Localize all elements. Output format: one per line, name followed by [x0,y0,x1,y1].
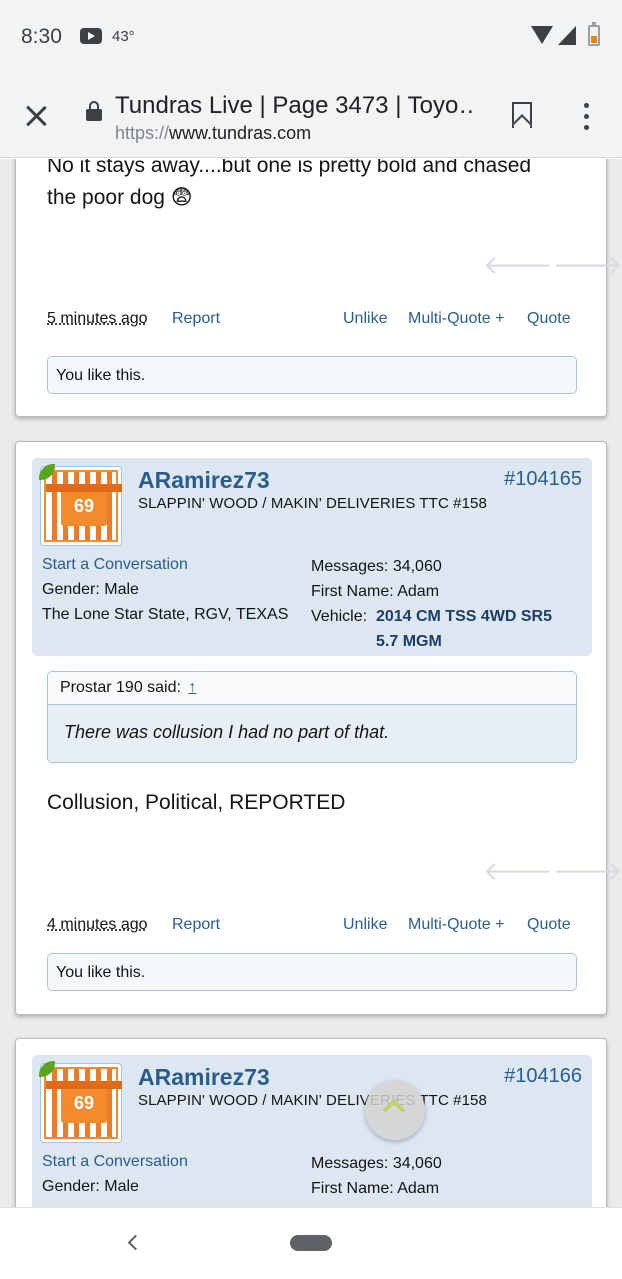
page-url[interactable]: https://www.tundras.com [115,123,311,144]
url-host: www.tundras.com [169,123,312,143]
username-link[interactable]: ARamirez73 [138,467,270,494]
user-messages: Messages: 34,060 [311,558,442,575]
user-info-card: 69 ARamirez73 #104166 SLAPPIN' WOOD / MA… [32,1055,592,1207]
vehicle-value-line2: 5.7 MGM [376,633,442,650]
post-meta: 5 minutes ago Report Unlike Multi-Quote … [47,310,577,332]
vehicle-value-line1: 2014 CM TSS 4WD SR5 [375,608,552,625]
back-icon[interactable] [127,1234,144,1251]
arrow-left-icon[interactable]: 🡐 [483,250,553,281]
bookmark-icon[interactable] [512,102,532,128]
lock-icon[interactable] [86,101,102,121]
post-number-link[interactable]: #104166 [504,1065,582,1088]
avatar[interactable]: 69 [40,1063,122,1143]
post-time-link[interactable]: 4 minutes ago [47,916,148,934]
url-scheme: https:// [115,123,170,143]
arrow-left-icon[interactable]: 🡐 [483,856,553,887]
home-pill[interactable] [290,1235,332,1251]
post-time-link[interactable]: 5 minutes ago [47,310,148,328]
signal-icon [558,26,576,45]
close-icon[interactable] [24,104,48,128]
avatar[interactable]: 69 [40,466,122,546]
unlike-link[interactable]: Unlike [343,310,387,328]
user-vehicle: Vehicle: 2014 CM TSS 4WD SR5 [311,604,552,629]
status-time: 8:30 [21,25,62,48]
post-message-line: the poor dog 😨 [47,186,193,209]
user-extra-left: Start a Conversation Gender: Male [42,1149,188,1199]
multi-quote-link[interactable]: Multi-Quote + [408,916,504,934]
user-first-name: First Name: Adam [311,1180,440,1197]
report-link[interactable]: Report [172,916,220,934]
user-extra-left: Start a Conversation Gender: Male The Lo… [42,552,288,627]
post: 69 ARamirez73 #104165 SLAPPIN' WOOD / MA… [15,441,622,1015]
quote-link[interactable]: Quote [527,310,571,328]
avatar-badge: 69 [46,1081,122,1123]
quote-header: Prostar 190 said: ↑ [48,672,576,705]
unlike-link[interactable]: Unlike [343,916,387,934]
chevron-up-icon [382,1098,406,1122]
user-title: SLAPPIN' WOOD / MAKIN' DELIVERIES TTC #1… [138,1092,487,1109]
user-extra-right: Messages: 34,060 First Name: Adam Vehicl… [311,554,552,654]
post-message-line: No it stays away....but one is pretty bo… [47,159,532,177]
user-gender: Gender: Male [42,581,139,598]
user-location: The Lone Star State, RGV, TEXAS [42,606,289,623]
start-conversation-link[interactable]: Start a Conversation [42,1149,188,1174]
avatar-image: 69 [44,1067,122,1139]
user-extra-right: Messages: 34,060 First Name: Adam [311,1151,442,1201]
vehicle-label: Vehicle: [311,608,368,625]
post-message: Collusion, Political, REPORTED [47,791,346,814]
user-first-name: First Name: Adam [311,583,440,600]
quote-author: Prostar 190 said: [60,679,181,696]
quote-source-link[interactable]: ↑ [188,679,196,696]
post-message: No it stays away....but one is pretty bo… [47,159,531,214]
browser-toolbar: Tundras Live | Page 3473 | Toyo… https:/… [0,74,622,158]
more-vertical-icon[interactable] [584,103,590,131]
quote-block: Prostar 190 said: ↑ There was collusion … [47,671,577,763]
arrow-right-icon[interactable]: 🡒 [553,250,622,281]
quote-text: There was collusion I had no part of tha… [64,722,390,742]
youtube-notification-icon [80,28,102,44]
battery-icon [588,22,600,46]
post: 69 ARamirez73 #104166 SLAPPIN' WOOD / MA… [15,1038,607,1207]
wifi-icon [531,26,553,44]
likes-summary: You like this. [47,356,577,394]
likes-summary: You like this. [47,953,577,991]
status-bar: 8:30 43° [0,0,622,74]
multi-quote-link[interactable]: Multi-Quote + [408,310,504,328]
arrow-right-icon[interactable]: 🡒 [553,856,622,887]
username-link[interactable]: ARamirez73 [138,1064,270,1091]
user-messages: Messages: 34,060 [311,1155,442,1172]
start-conversation-link[interactable]: Start a Conversation [42,552,288,577]
post-number-link[interactable]: #104165 [504,468,582,491]
system-nav-bar [0,1207,622,1279]
post: No it stays away....but one is pretty bo… [15,159,622,417]
status-temperature: 43° [112,28,135,45]
avatar-image: 69 [44,470,122,542]
user-info-card: 69 ARamirez73 #104165 SLAPPIN' WOOD / MA… [32,458,592,656]
user-gender: Gender: Male [42,1178,139,1195]
page-title[interactable]: Tundras Live | Page 3473 | Toyo… [115,92,475,120]
post-meta: 4 minutes ago Report Unlike Multi-Quote … [47,916,577,938]
report-link[interactable]: Report [172,310,220,328]
scroll-to-top-button[interactable] [365,1080,425,1140]
avatar-badge: 69 [46,484,122,526]
user-title: SLAPPIN' WOOD / MAKIN' DELIVERIES TTC #1… [138,495,487,512]
thread-content[interactable]: No it stays away....but one is pretty bo… [0,159,622,1207]
quote-link[interactable]: Quote [527,916,571,934]
